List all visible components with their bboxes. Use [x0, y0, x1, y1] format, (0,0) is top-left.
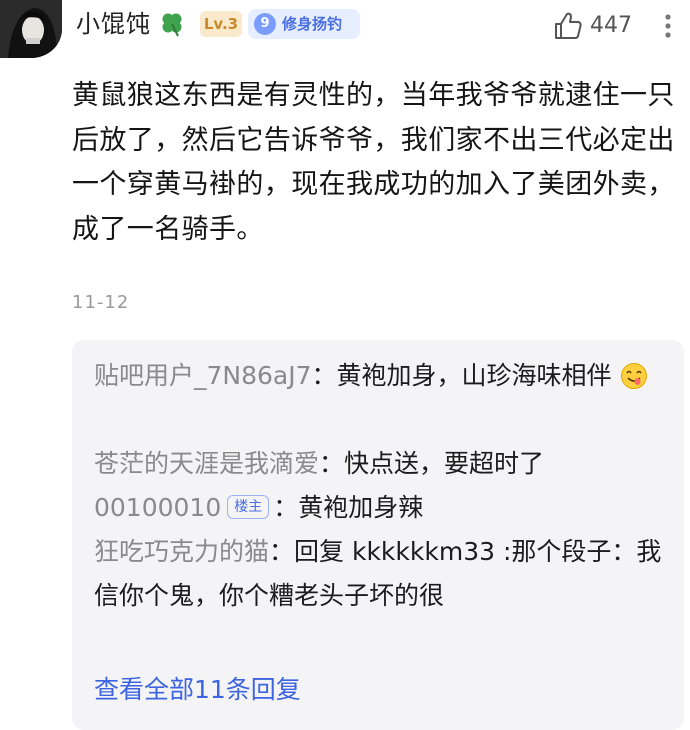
like-count: 447 — [590, 13, 632, 38]
title-badge-text: 修身扬钓 — [282, 15, 343, 33]
title-badge-number: 9 — [254, 13, 276, 35]
reply-author[interactable]: 狂吃巧克力的猫 — [94, 537, 269, 566]
reply-item[interactable]: 苍茫的天涯是我滴爱：快点送，要超时了 — [94, 442, 668, 486]
more-vertical-icon[interactable] — [658, 10, 678, 42]
thumb-up-icon — [552, 10, 584, 42]
reply-separator: ： — [269, 537, 295, 566]
reply-separator: ： — [273, 493, 299, 522]
replies-box: 贴吧用户_7N86aJ7：黄袍加身，山珍海味相伴 苍茫的天涯是我滴爱：快点送，要… — [72, 340, 684, 730]
view-all-replies-link[interactable]: 查看全部11条回复 — [94, 672, 301, 708]
reply-item[interactable]: 00100010 楼主 ：黄袍加身辣 — [94, 486, 668, 530]
reply-text: 黄袍加身辣 — [298, 493, 424, 522]
reply-author[interactable]: 贴吧用户_7N86aJ7 — [94, 361, 312, 390]
title-badge[interactable]: 9 修身扬钓 — [248, 9, 360, 39]
username[interactable]: 小馄饨 — [76, 6, 151, 42]
yum-face-emoji-icon — [620, 360, 648, 389]
reply-item[interactable]: 狂吃巧克力的猫：回复 kkkkkkm33 :那个段子：我信你个鬼，你个糟老头子坏… — [94, 530, 668, 618]
clover-icon — [158, 10, 186, 38]
reply-item[interactable]: 贴吧用户_7N86aJ7：黄袍加身，山珍海味相伴 — [94, 354, 668, 398]
reply-author[interactable]: 00100010 — [94, 493, 221, 522]
comment-text: 黄鼠狼这东西是有灵性的，当年我爷爷就逮住一只后放了，然后它告诉爷爷，我们家不出三… — [72, 80, 675, 245]
host-tag: 楼主 — [227, 495, 270, 519]
comment-date: 11-12 — [72, 292, 130, 313]
like-button[interactable]: 447 — [552, 10, 636, 42]
reply-text: 黄袍加身，山珍海味相伴 — [336, 361, 612, 390]
reply-author[interactable]: 苍茫的天涯是我滴爱 — [94, 449, 319, 478]
reply-separator: ： — [319, 449, 345, 478]
reply-separator: ： — [311, 361, 337, 390]
reply-text: 快点送，要超时了 — [344, 449, 545, 478]
level-badge: Lv.3 — [200, 11, 242, 37]
avatar[interactable] — [0, 0, 62, 58]
